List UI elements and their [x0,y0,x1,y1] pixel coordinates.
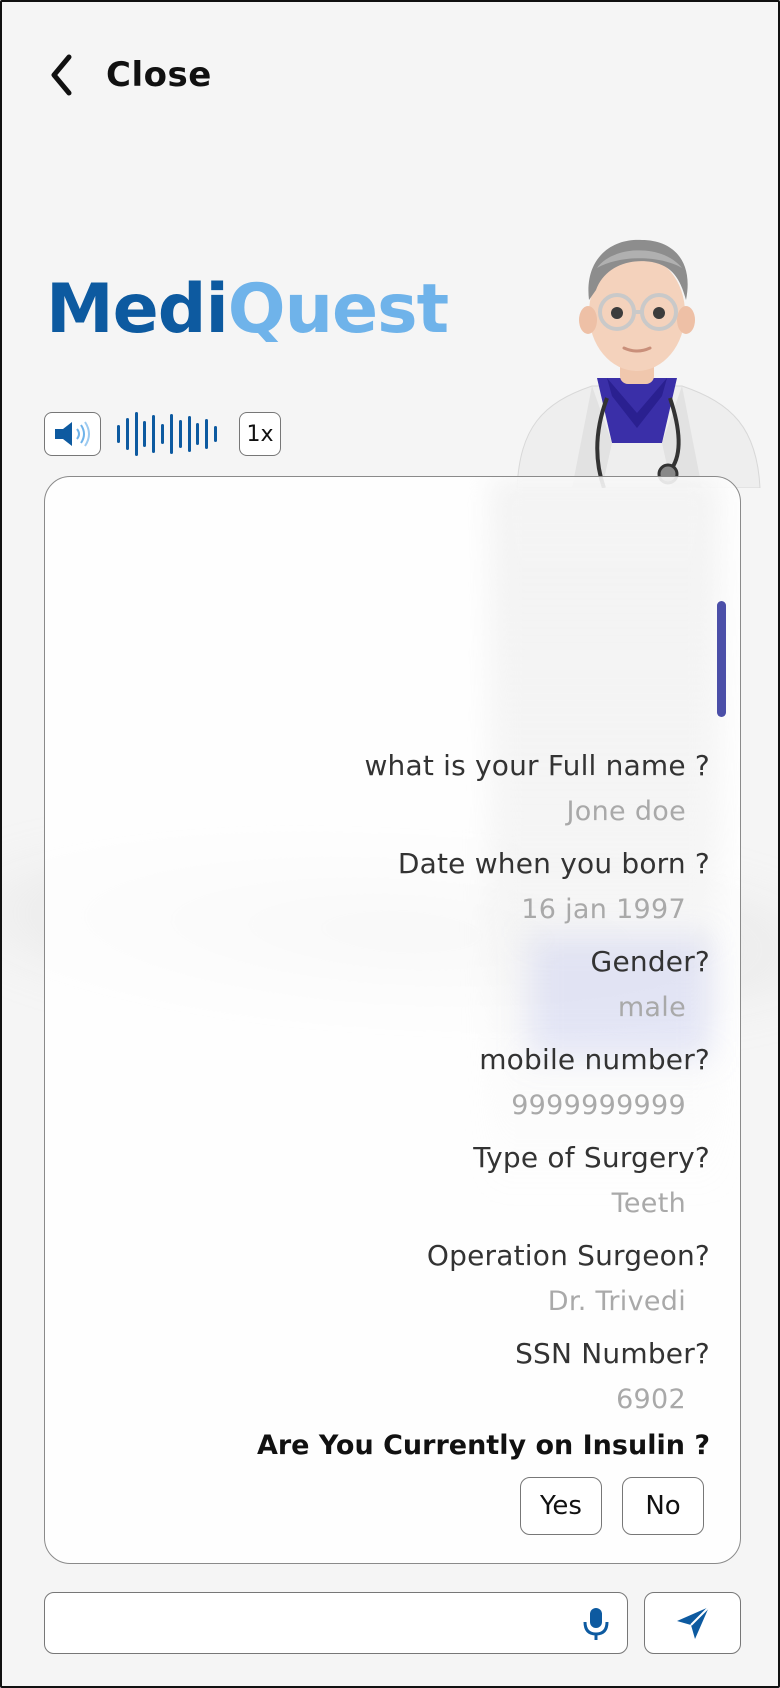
audio-controls: 1x [44,412,281,456]
logo-part-quest: Quest [227,270,449,349]
speaker-icon [54,421,90,447]
answer-text: Dr. Trivedi [547,1286,686,1317]
question-text: Operation Surgeon? [426,1239,710,1272]
answer-options: Yes No [90,1477,710,1535]
question-text: Date when you born ? [397,847,710,880]
qa-item: SSN Number? 6902 [90,1331,710,1429]
question-text: mobile number? [479,1043,710,1076]
qa-item: what is your Full name ? Jone doe [90,743,710,841]
message-composer [44,1592,628,1654]
mediquest-logo: MediQuest [46,270,449,349]
audio-waveform [117,412,217,456]
chat-panel: what is your Full name ? Jone doe Date w… [44,476,741,1564]
question-text: SSN Number? [515,1337,710,1370]
app-screen: Close MediQuest 1x what is your Full nam… [0,0,780,1688]
qa-item: Date when you born ? 16 jan 1997 [90,841,710,939]
current-question: Are You Currently on Insulin ? [256,1430,710,1461]
message-input[interactable] [61,1605,561,1643]
close-button[interactable]: Close [106,55,212,95]
answer-text: male [617,992,686,1023]
microphone-icon[interactable] [581,1606,611,1642]
qa-item: mobile number? 9999999999 [90,1037,710,1135]
question-text: Gender? [590,945,710,978]
qa-item: Type of Surgery? Teeth [90,1135,710,1233]
answer-text: Jone doe [566,796,686,827]
answer-text: Teeth [611,1188,686,1219]
header: Close [46,50,212,100]
qa-item: Gender? male [90,939,710,1037]
qa-item: Operation Surgeon? Dr. Trivedi [90,1233,710,1331]
question-text: what is your Full name ? [364,749,710,782]
chevron-left-icon[interactable] [46,51,76,99]
question-text: Type of Surgery? [473,1141,710,1174]
scrollbar-thumb[interactable] [717,601,726,717]
send-icon [676,1606,710,1639]
doctor-avatar [516,239,761,488]
speaker-button[interactable] [44,412,101,456]
qa-list: what is your Full name ? Jone doe Date w… [90,743,710,1535]
playback-speed-button[interactable]: 1x [239,412,281,456]
send-button[interactable] [644,1592,741,1654]
answer-text: 9999999999 [511,1090,686,1121]
answer-text: 16 jan 1997 [521,894,686,925]
logo-part-medi: Medi [46,270,229,349]
yes-button[interactable]: Yes [520,1477,602,1535]
no-button[interactable]: No [622,1477,704,1535]
answer-text: 6902 [616,1384,686,1415]
